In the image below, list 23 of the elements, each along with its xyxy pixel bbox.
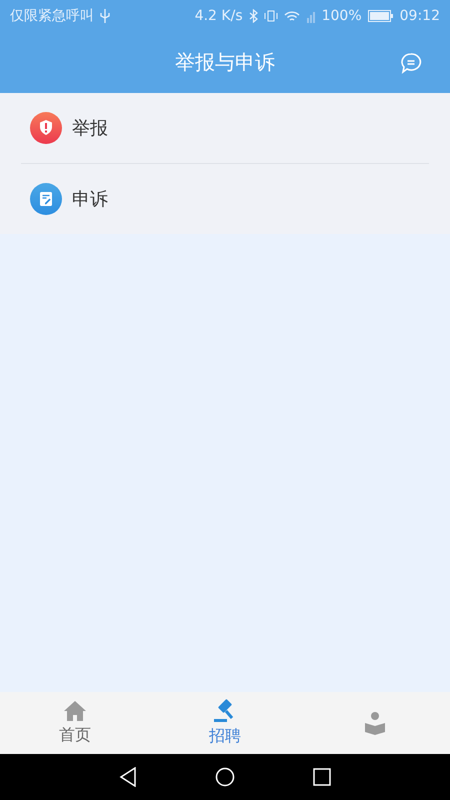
menu-item[interactable]: 举报 <box>72 116 108 140</box>
page-title: 举报与申诉 <box>175 49 275 76</box>
home-button-icon[interactable] <box>215 767 235 787</box>
bluetooth-icon <box>248 9 258 23</box>
network-speed: 4.2 K/s <box>194 8 243 24</box>
message-icon[interactable] <box>400 52 422 74</box>
reader-icon <box>363 711 387 735</box>
signal-icon <box>306 9 316 23</box>
recents-icon[interactable] <box>313 768 331 786</box>
tab-item[interactable]: 招聘 <box>150 692 300 754</box>
clock-time: 09:12 <box>400 8 440 24</box>
carrier-text: 仅限紧急呼叫 <box>10 7 94 25</box>
note-edit-icon <box>30 183 62 215</box>
home-icon <box>63 700 87 722</box>
shield-alert-icon <box>30 112 62 144</box>
usb-icon <box>100 9 110 23</box>
wifi-icon <box>284 10 300 22</box>
menu-item[interactable]: 申诉 <box>72 187 108 211</box>
tab-item[interactable]: 首页 <box>0 692 150 754</box>
battery-icon <box>368 10 394 22</box>
vibrate-icon <box>264 9 278 23</box>
back-icon[interactable] <box>119 767 137 787</box>
battery-percent: 100% <box>322 8 362 24</box>
